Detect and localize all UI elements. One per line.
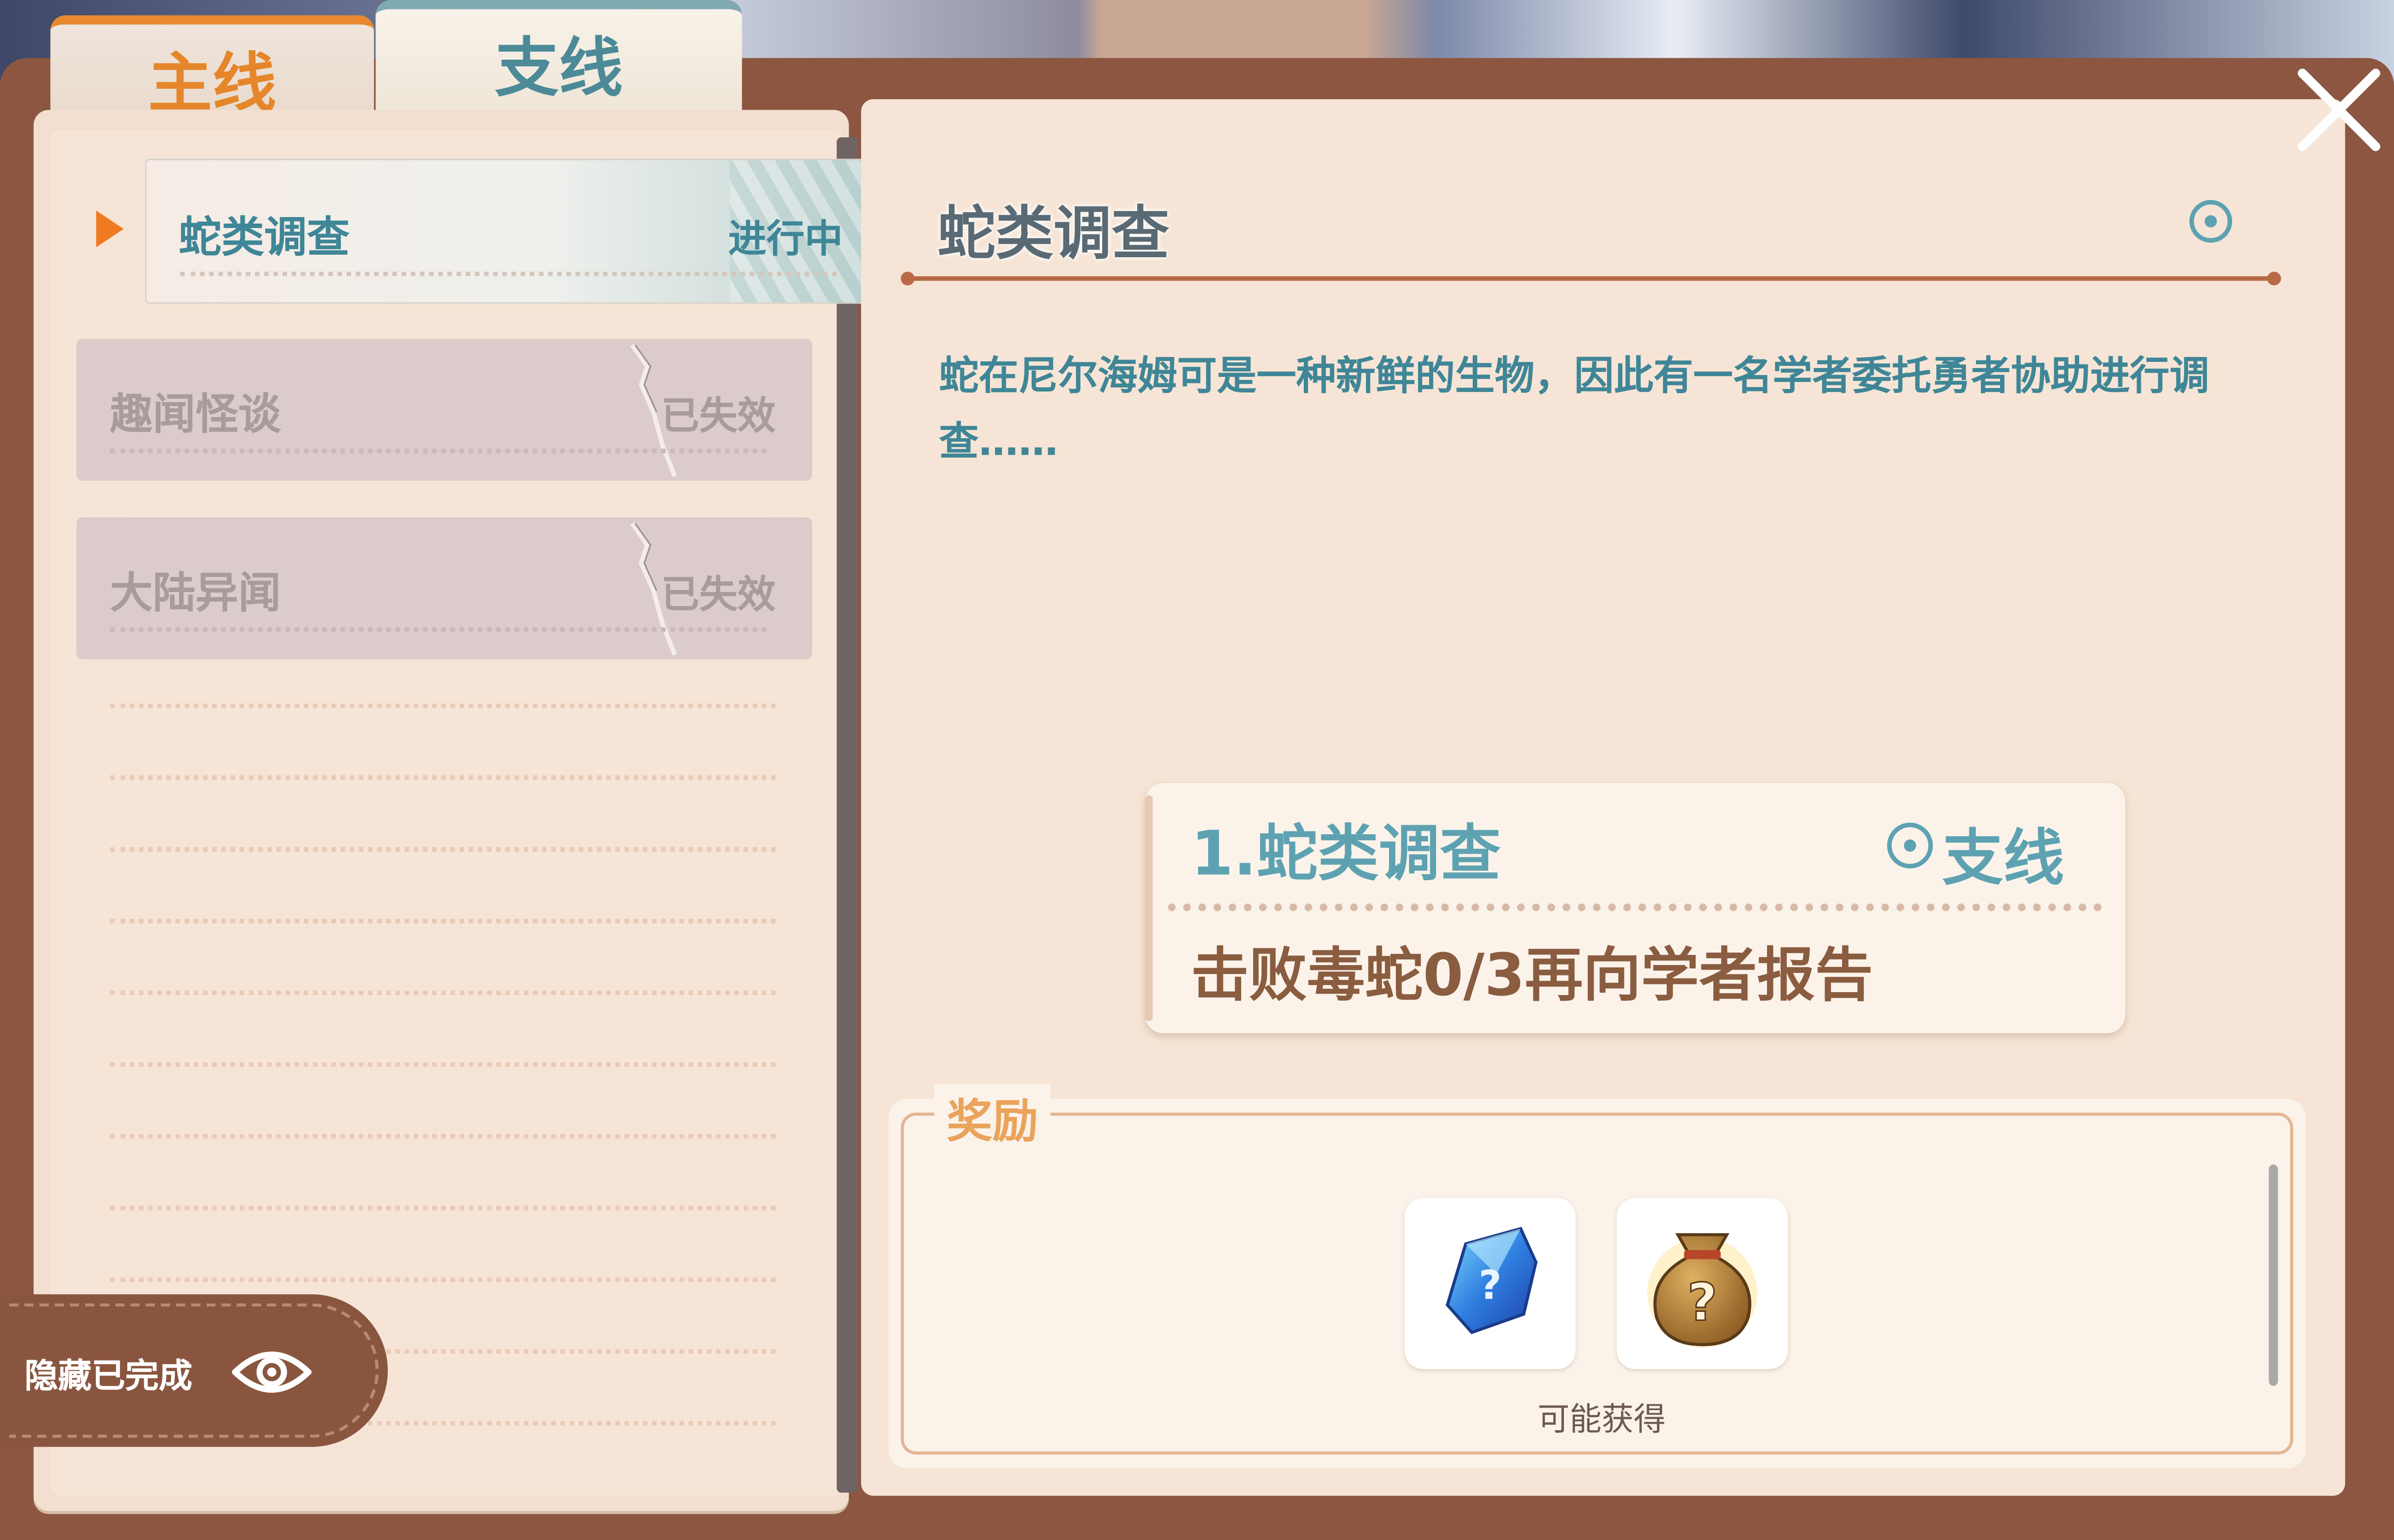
objective-type: 支线	[1942, 824, 2065, 895]
quest-item-status: 已失效	[661, 394, 776, 438]
quest-list-page	[50, 129, 845, 1496]
empty-line	[110, 990, 776, 996]
quest-description: 蛇在尼尔海姆可是一种新鲜的生物，因此有一名学者委托勇者协助进行调查……	[939, 354, 2210, 466]
mystery-crystal-icon: ?	[1446, 1227, 1538, 1334]
quest-item-title: 趣闻怪谈	[110, 389, 281, 440]
quest-underline	[180, 271, 837, 277]
objective-title: 1.蛇类调查	[1190, 819, 1501, 890]
reward-item-slot[interactable]: ?	[1617, 1198, 1788, 1370]
quest-underline	[110, 449, 767, 454]
svg-text:?: ?	[1479, 1262, 1502, 1308]
selected-arrow-icon	[96, 211, 124, 248]
objective-target-icon	[1887, 823, 1933, 869]
empty-line	[110, 703, 776, 708]
empty-line	[110, 1062, 776, 1067]
close-icon[interactable]	[2290, 61, 2388, 159]
empty-line	[110, 918, 776, 923]
rewards-scrollbar[interactable]	[2269, 1165, 2278, 1386]
empty-line	[110, 1206, 776, 1211]
hide-completed-label: 隐藏已完成	[24, 1358, 192, 1397]
empty-line	[110, 847, 776, 852]
quest-item-status: 进行中	[728, 217, 843, 261]
quest-item-title: 蛇类调查	[178, 212, 350, 263]
reward-item-slot[interactable]: ?	[1405, 1198, 1576, 1370]
objective-divider	[1168, 903, 2103, 911]
svg-text:?: ?	[1687, 1273, 1717, 1333]
quest-underline	[110, 627, 767, 632]
eye-icon[interactable]	[232, 1343, 312, 1401]
detail-title: 蛇类调查	[937, 200, 1170, 267]
quest-item-title: 大陆异闻	[110, 567, 281, 619]
rewards-label: 奖励	[934, 1083, 1051, 1151]
mystery-bag-icon: ?	[1647, 1233, 1757, 1348]
empty-line	[110, 775, 776, 780]
track-target-icon[interactable]	[2189, 200, 2233, 243]
empty-line	[110, 1134, 776, 1139]
quest-item-status: 已失效	[661, 572, 776, 617]
tab-side-label: 支线	[494, 30, 623, 105]
card-accent	[1145, 795, 1153, 1021]
title-divider	[901, 271, 2281, 286]
empty-line	[110, 1277, 776, 1282]
objective-text: 击败毒蛇0/3再向学者报告	[1190, 941, 1873, 1009]
tab-side-quests[interactable]: 支线	[375, 0, 742, 116]
quest-log-screen: 主线 支线 蛇类调查 进行中 趣闻怪谈 已失效 大陆异闻 已失效 隐藏已完成 蛇…	[0, 0, 2394, 1540]
rewards-caption: 可能获得	[1537, 1401, 1666, 1438]
book-spine	[837, 137, 858, 1493]
